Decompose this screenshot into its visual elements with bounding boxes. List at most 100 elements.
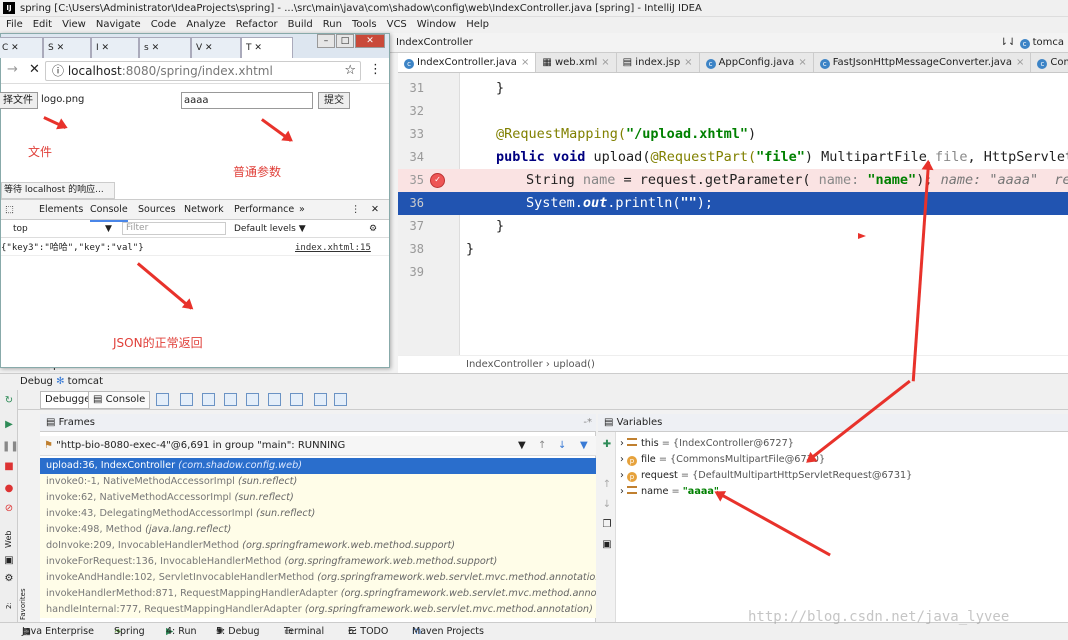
- menu-tools[interactable]: Tools: [352, 19, 377, 30]
- frame-row[interactable]: invoke:62, NativeMethodAccessorImpl (sun…: [40, 490, 596, 506]
- tab-network[interactable]: Network: [184, 200, 224, 220]
- step-out-icon[interactable]: [246, 393, 259, 406]
- menu-refactor[interactable]: Refactor: [236, 19, 278, 30]
- close-icon[interactable]: ×: [521, 57, 529, 68]
- context-selector[interactable]: top: [13, 220, 28, 238]
- log-levels-select[interactable]: Default levels ▼: [234, 220, 306, 238]
- console-filter-input[interactable]: Filter: [122, 222, 226, 235]
- tab-web-xml[interactable]: ▦ web.xml ×: [536, 53, 617, 72]
- stop-icon[interactable]: ■: [2, 460, 16, 474]
- star-icon[interactable]: ☆: [344, 62, 356, 80]
- tab-appconfig[interactable]: c AppConfig.java ×: [699, 53, 814, 72]
- camera-icon[interactable]: ▣: [2, 554, 16, 568]
- frame-row[interactable]: invoke:498, Method (java.lang.reflect): [40, 522, 596, 538]
- debug-config[interactable]: tomcat: [68, 376, 103, 387]
- code-editor[interactable]: 31} 32 33 @RequestMapping("/upload.xhtml"…: [398, 73, 1068, 355]
- menu-file[interactable]: File: [6, 19, 23, 30]
- frame-row[interactable]: invokeForRequest:136, InvocableHandlerMe…: [40, 554, 596, 570]
- tab-elements[interactable]: Elements: [39, 200, 83, 220]
- run-config-selector[interactable]: ⇂⇃ c tomca: [1000, 33, 1064, 53]
- tab-fastjson-converter[interactable]: c FastJsonHttpMessageConverter.java ×: [813, 53, 1032, 72]
- tab-console[interactable]: Console: [90, 200, 128, 222]
- tab-console[interactable]: ▤ Console: [88, 391, 151, 409]
- menu-analyze[interactable]: Analyze: [186, 19, 225, 30]
- force-step-into-icon[interactable]: [224, 393, 237, 406]
- step-over-icon[interactable]: [180, 393, 193, 406]
- variable-this[interactable]: › this = {IndexController@6727}: [620, 436, 794, 452]
- variable-name[interactable]: › name = "aaaa": [620, 484, 719, 500]
- menu-edit[interactable]: Edit: [33, 19, 52, 30]
- frame-row[interactable]: invokeAndHandle:102, ServletInvocableHan…: [40, 570, 596, 586]
- pause-icon[interactable]: ❚❚: [2, 440, 19, 454]
- close-icon[interactable]: ✕: [371, 200, 379, 220]
- favorites-tool-tab[interactable]: 2: Favorites: [2, 588, 27, 620]
- watches-icon[interactable]: ▣: [600, 538, 614, 552]
- close-icon[interactable]: ×: [684, 57, 692, 68]
- settings-icon[interactable]: ⚙: [2, 572, 16, 586]
- browser-tab[interactable]: V ✕: [191, 37, 241, 58]
- submit-button[interactable]: 提交: [318, 92, 350, 109]
- tab-more[interactable]: »: [299, 200, 305, 220]
- chevron-down-icon[interactable]: ▼: [105, 220, 112, 238]
- nav-breadcrumb[interactable]: IndexController: [396, 33, 473, 53]
- close-icon[interactable]: ×: [1016, 57, 1024, 68]
- tab-indexcontroller[interactable]: c IndexController.java ×: [398, 53, 537, 72]
- run-to-cursor-icon[interactable]: [290, 393, 303, 406]
- rerun-icon[interactable]: ↻: [2, 394, 16, 408]
- param-input[interactable]: aaaa: [181, 92, 313, 109]
- close-icon[interactable]: ×: [798, 57, 806, 68]
- menu-build[interactable]: Build: [288, 19, 313, 30]
- frame-row[interactable]: doInvoke:209, InvocableHandlerMethod (or…: [40, 538, 596, 554]
- menu-view[interactable]: View: [62, 19, 86, 30]
- add-watch-icon[interactable]: ✚: [600, 438, 614, 452]
- menu-help[interactable]: Help: [466, 19, 489, 30]
- gear-icon[interactable]: ⚙: [369, 220, 377, 238]
- menu-vcs[interactable]: VCS: [387, 19, 407, 30]
- down-arrow-icon[interactable]: ↓: [600, 498, 614, 512]
- browser-tab[interactable]: I ✕: [91, 37, 139, 58]
- evaluate-icon[interactable]: [314, 393, 327, 406]
- drop-frame-icon[interactable]: [268, 393, 281, 406]
- menu-kebab-icon[interactable]: ⋮: [351, 200, 361, 220]
- up-arrow-icon[interactable]: ↑: [538, 436, 546, 456]
- chevron-down-icon[interactable]: ▼: [518, 436, 526, 456]
- show-execution-point-icon[interactable]: [156, 393, 169, 406]
- close-window-icon[interactable]: ✕: [355, 34, 385, 48]
- copy-icon[interactable]: ❐: [600, 518, 614, 532]
- forward-icon[interactable]: →: [7, 62, 18, 77]
- stop-icon[interactable]: ✕: [29, 62, 40, 77]
- minimize-icon[interactable]: –: [317, 34, 335, 48]
- maximize-icon[interactable]: □: [336, 34, 354, 48]
- web-tool-tab[interactable]: Web: [2, 524, 16, 554]
- choose-file-button[interactable]: 择文件: [0, 92, 38, 109]
- inspect-icon[interactable]: ⬚: [5, 200, 14, 220]
- mute-breakpoints-icon[interactable]: ⊘: [2, 502, 16, 516]
- thread-selector[interactable]: ⚑ "http-bio-8080-exec-4"@6,691 in group …: [40, 436, 596, 456]
- frame-row[interactable]: invokeHandlerMethod:871, RequestMappingH…: [40, 586, 596, 602]
- browser-tab[interactable]: C ✕: [0, 37, 43, 58]
- browser-tab[interactable]: s ✕: [139, 37, 191, 58]
- view-breakpoints-icon[interactable]: ●: [2, 482, 16, 496]
- console-source-link[interactable]: index.xhtml:15: [295, 240, 371, 256]
- frame-row[interactable]: invoke:43, DelegatingMethodAccessorImpl …: [40, 506, 596, 522]
- layout-icon[interactable]: [334, 393, 347, 406]
- close-icon[interactable]: ×: [601, 57, 609, 68]
- tab-index-jsp[interactable]: ▤ index.jsp ×: [616, 53, 700, 72]
- menu-kebab-icon[interactable]: ⋮: [369, 62, 382, 77]
- menu-run[interactable]: Run: [323, 19, 342, 30]
- tab-performance[interactable]: Performance: [234, 200, 294, 220]
- tab-commons-multipart[interactable]: cCommonsMulti: [1031, 53, 1068, 72]
- up-arrow-icon[interactable]: ↑: [600, 478, 614, 492]
- frame-row[interactable]: upload:36, IndexController (com.shadow.c…: [40, 458, 596, 474]
- browser-tab-active[interactable]: T ✕: [241, 37, 293, 58]
- editor-breadcrumb[interactable]: IndexController › upload(): [398, 355, 1068, 373]
- menu-window[interactable]: Window: [417, 19, 456, 30]
- breakpoint-icon[interactable]: ✓: [430, 173, 445, 188]
- tab-sources[interactable]: Sources: [138, 200, 176, 220]
- filter-icon[interactable]: ▼: [580, 436, 588, 456]
- url-input[interactable]: ⓘ localhost:8080/spring/index.xhtml ☆: [45, 61, 361, 81]
- browser-tab[interactable]: S ✕: [43, 37, 91, 58]
- frame-row[interactable]: invoke0:-1, NativeMethodAccessorImpl (su…: [40, 474, 596, 490]
- menu-code[interactable]: Code: [151, 19, 177, 30]
- frame-row[interactable]: handleInternal:777, RequestMappingHandle…: [40, 602, 596, 618]
